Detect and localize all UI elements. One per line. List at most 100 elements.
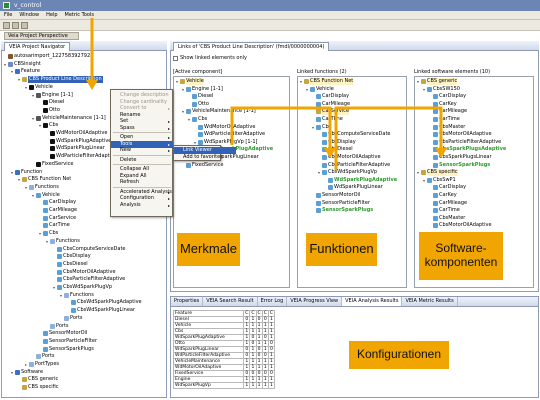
link-item[interactable]: CbsParticleFilterAdaptive <box>428 139 501 146</box>
tree-item[interactable]: WdSparkPlugAdaptive <box>45 138 111 145</box>
link-item[interactable]: CbsDiesel <box>317 146 353 153</box>
expand-toggle-icon[interactable]: ▾ <box>187 117 191 122</box>
context-menu-item[interactable]: Analysis ▸ <box>111 202 173 209</box>
tab-metric-results[interactable]: VEIA Metric Results <box>402 297 458 306</box>
tab-project-navigator[interactable]: VEIA Project Navigator <box>4 41 71 51</box>
expand-toggle-icon[interactable] <box>181 163 185 168</box>
link-item[interactable]: CarService <box>311 108 350 116</box>
tree-item[interactable]: CarService <box>38 215 76 222</box>
tree-item[interactable]: CbsComputeServiceDate <box>52 246 126 253</box>
link-item[interactable]: ▾ CbsSwP1 <box>422 177 456 184</box>
tree-item[interactable]: WdMotorOilAdaptive <box>45 130 107 137</box>
expand-toggle-icon[interactable] <box>428 208 432 213</box>
expand-toggle-icon[interactable] <box>193 132 197 137</box>
link-item[interactable]: CarMileage <box>311 101 350 108</box>
link-item[interactable]: ▾ CbsSW150 <box>422 86 460 93</box>
expand-toggle-icon[interactable] <box>428 117 432 122</box>
link-item[interactable]: ▾ Vehicle <box>305 86 334 93</box>
link-item[interactable]: CarDisplay <box>428 184 466 191</box>
expand-toggle-icon[interactable]: ▾ <box>31 93 35 98</box>
expand-toggle-icon[interactable]: ▾ <box>416 170 420 175</box>
tree-item[interactable]: ▾ Cbs <box>38 122 58 129</box>
expand-toggle-icon[interactable] <box>38 347 42 352</box>
expand-toggle-icon[interactable] <box>428 132 432 137</box>
tree-item[interactable]: ▾ Feature <box>10 68 40 75</box>
expand-toggle-icon[interactable] <box>52 262 56 267</box>
context-menu-item[interactable]: Refresh <box>111 179 173 186</box>
link-item[interactable]: CbsComputeServiceDate <box>317 131 391 138</box>
link-item[interactable]: ▾ CBS specific <box>416 169 458 177</box>
expand-toggle-icon[interactable] <box>428 155 432 160</box>
expand-toggle-icon[interactable]: ▾ <box>17 177 21 182</box>
expand-toggle-icon[interactable] <box>52 247 56 252</box>
expand-toggle-icon[interactable] <box>311 109 315 114</box>
expand-toggle-icon[interactable] <box>38 208 42 213</box>
expand-toggle-icon[interactable]: ▾ <box>31 193 35 198</box>
expand-toggle-icon[interactable]: ▾ <box>24 85 28 90</box>
expand-toggle-icon[interactable] <box>38 108 42 113</box>
link-item[interactable]: CarDisplay <box>311 93 349 100</box>
tree-item[interactable]: CbsDiesel <box>52 261 88 268</box>
expand-toggle-icon[interactable] <box>38 200 42 205</box>
expand-toggle-icon[interactable]: ▾ <box>317 170 321 175</box>
menu-help[interactable]: Help <box>46 11 57 19</box>
menu-window[interactable]: Window <box>19 11 39 19</box>
expand-toggle-icon[interactable] <box>38 216 42 221</box>
expand-toggle-icon[interactable]: ▾ <box>52 285 56 290</box>
tree-item[interactable]: CbsWdSparkPlugLinear <box>66 307 135 314</box>
link-item[interactable]: CarDisplay <box>428 93 466 100</box>
print-icon[interactable] <box>21 22 28 29</box>
link-item[interactable]: CbsMotorOilAdaptive <box>428 222 492 229</box>
tree-item[interactable]: ▾ Function <box>10 169 42 176</box>
expand-toggle-icon[interactable] <box>66 308 70 313</box>
tree-item[interactable]: SensorSparkPlugs <box>38 346 94 353</box>
menu-metric-tools[interactable]: Metric Tools <box>65 11 94 19</box>
tree-item[interactable]: Diesel <box>38 99 64 106</box>
tree-item[interactable]: autosarimport_1227583927921 <box>3 53 93 60</box>
expand-toggle-icon[interactable] <box>323 178 327 183</box>
expand-toggle-icon[interactable] <box>59 316 63 321</box>
tree-item[interactable]: ▾ Engine [1-1] <box>31 92 73 99</box>
link-item[interactable]: SensorSparkPlugs <box>428 162 490 169</box>
new-icon[interactable] <box>3 22 10 29</box>
tree-item[interactable]: SensorMotorOil <box>38 330 87 337</box>
expand-toggle-icon[interactable]: ▾ <box>10 170 14 175</box>
expand-toggle-icon[interactable] <box>428 147 432 152</box>
tree-item[interactable]: ▾ Vehicle <box>24 84 53 91</box>
expand-toggle-icon[interactable] <box>311 117 315 122</box>
expand-toggle-icon[interactable]: ▾ <box>24 185 28 190</box>
expand-toggle-icon[interactable]: ▾ <box>305 87 309 92</box>
expand-toggle-icon[interactable]: ▾ <box>45 239 49 244</box>
link-item[interactable]: WdSparkPlugAdaptive <box>323 177 397 184</box>
tree-item[interactable]: ▾ CBSinsight <box>3 61 41 68</box>
context-menu-item[interactable]: Spass ▸ <box>111 125 173 132</box>
tree-item[interactable]: SensorParticleFilter <box>38 338 97 345</box>
link-item[interactable]: ▾ CbsWdSparkPlugVp <box>317 169 377 176</box>
tab-error-log[interactable]: Error Log <box>258 297 288 306</box>
expand-toggle-icon[interactable] <box>428 109 432 114</box>
link-item[interactable]: SensorSparkPlugs <box>311 207 373 214</box>
link-item[interactable]: CbsMotorOilAdaptive <box>428 131 492 138</box>
expand-toggle-icon[interactable] <box>428 163 432 168</box>
expand-toggle-icon[interactable] <box>45 139 49 144</box>
expand-toggle-icon[interactable] <box>38 339 42 344</box>
expand-toggle-icon[interactable] <box>428 140 432 145</box>
expand-toggle-icon[interactable] <box>428 102 432 107</box>
expand-toggle-icon[interactable] <box>428 125 432 130</box>
link-item[interactable]: ▾ Cbs <box>187 116 207 123</box>
expand-toggle-icon[interactable]: ▾ <box>416 79 420 84</box>
expand-toggle-icon[interactable] <box>45 146 49 151</box>
tree-item[interactable]: Otto <box>38 107 60 114</box>
tree-item[interactable]: ▾ Functions <box>45 238 80 245</box>
link-item[interactable]: CarTime <box>428 116 460 123</box>
expand-toggle-icon[interactable] <box>193 125 197 130</box>
tree-item[interactable]: Ports <box>31 353 55 360</box>
expand-toggle-icon[interactable] <box>38 100 42 105</box>
matrix-row[interactable]: WdSparkPlugVp 1 1 1 1 1 <box>172 382 276 389</box>
link-item[interactable]: CbsMotorOilAdaptive <box>317 154 381 161</box>
expand-toggle-icon[interactable]: ▾ <box>10 370 14 375</box>
link-item[interactable]: CbsParticleFilterAdaptive <box>317 162 390 169</box>
expand-toggle-icon[interactable] <box>311 94 315 99</box>
expand-toggle-icon[interactable] <box>52 277 56 282</box>
context-menu-item[interactable]: New ▸ <box>111 147 173 154</box>
